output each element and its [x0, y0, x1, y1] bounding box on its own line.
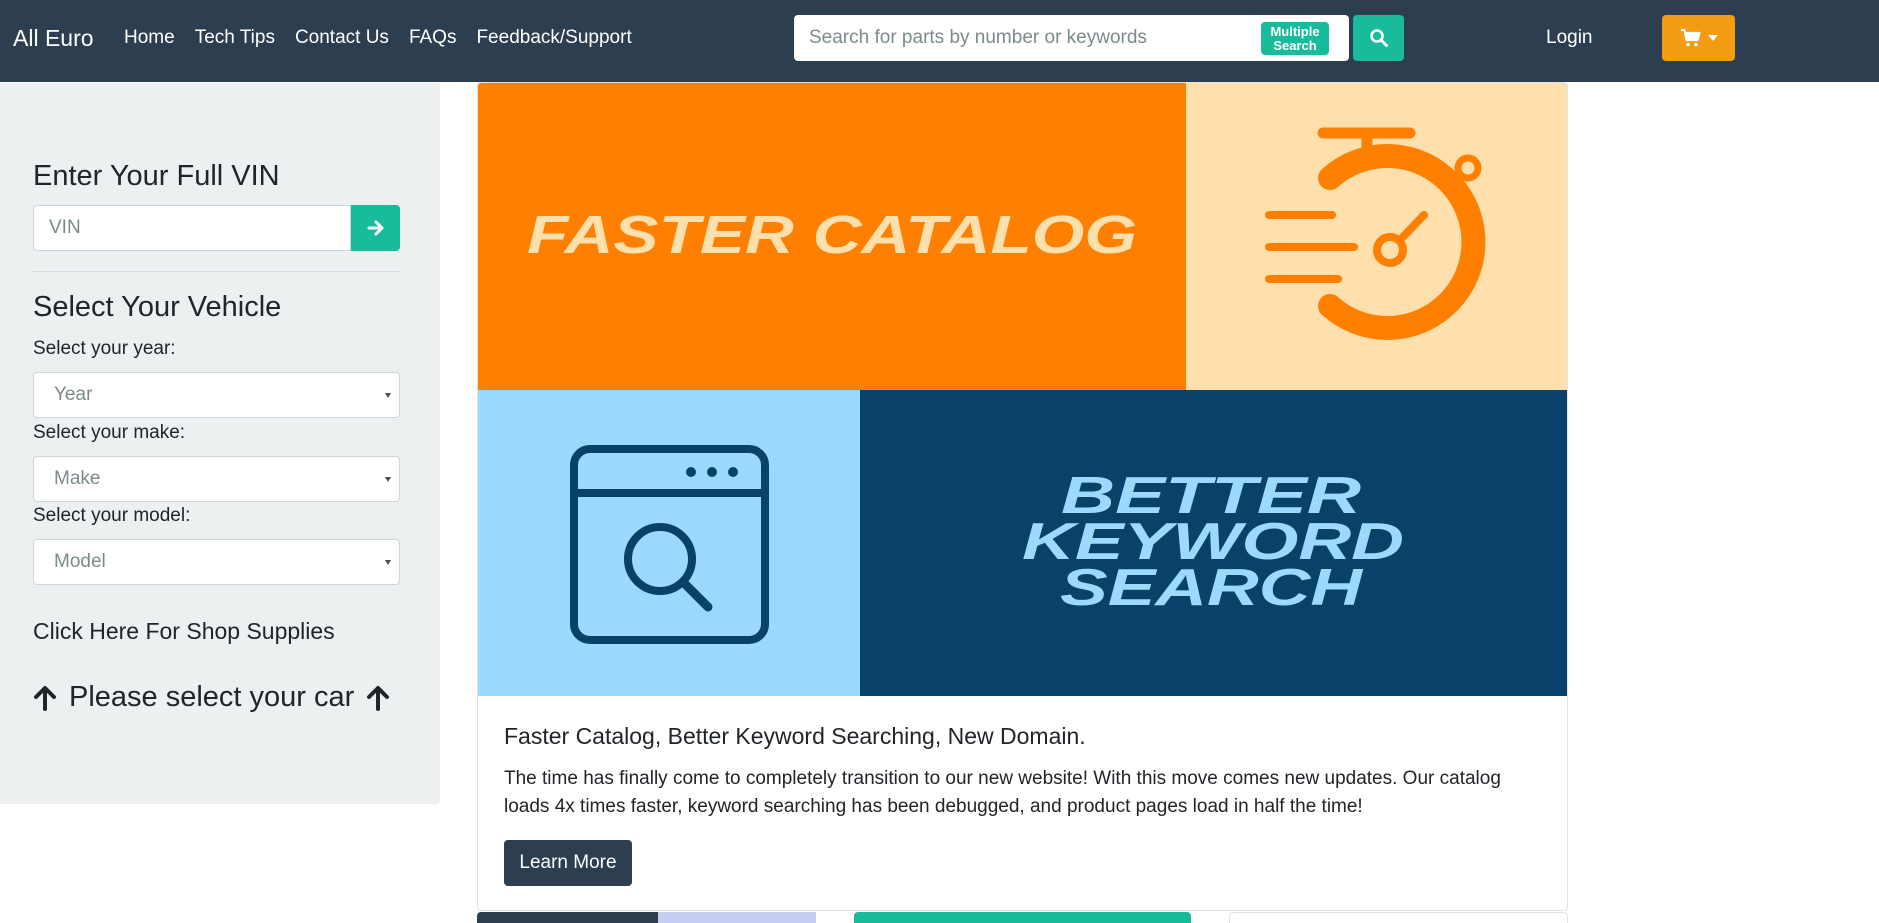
nav-faqs[interactable]: FAQs [409, 27, 457, 49]
year-select[interactable]: Year [33, 372, 400, 418]
sidebar: Enter Your Full VIN Select Your Vehicle … [0, 83, 440, 804]
search-icon [1369, 29, 1388, 47]
next-card-image-light [658, 912, 816, 923]
next-card-image-dark [477, 912, 658, 923]
vin-submit-button[interactable] [351, 205, 400, 251]
model-label: Select your model: [33, 505, 191, 526]
card-text: The time has finally come to completely … [504, 768, 1501, 817]
model-select[interactable]: Model [33, 539, 400, 585]
nav-feedback-support[interactable]: Feedback/Support [476, 27, 631, 49]
chevron-down-icon [385, 477, 391, 482]
shopping-cart-icon [1680, 28, 1701, 47]
nav-links: Home Tech Tips Contact Us FAQs Feedback/… [124, 27, 632, 49]
select-car-text: Please select your car [69, 681, 355, 713]
banner-search-text: SEARCH [1060, 559, 1364, 617]
select-vehicle-title: Select Your Vehicle [33, 291, 282, 323]
vin-input-group [33, 205, 400, 251]
make-select[interactable]: Make [33, 456, 400, 502]
cart-dropdown-button[interactable] [1662, 15, 1735, 61]
news-card: FASTER CATALOG BETTER KEYWORD SEARCH Fas… [477, 82, 1568, 911]
divider [33, 271, 400, 272]
year-select-value: Year [54, 384, 93, 405]
multiple-search-line2: Search [1273, 38, 1317, 53]
make-select-value: Make [54, 468, 101, 489]
vin-title: Enter Your Full VIN [33, 160, 280, 192]
next-card [1229, 912, 1568, 923]
vin-input[interactable] [33, 205, 351, 251]
news-banner-image[interactable]: FASTER CATALOG BETTER KEYWORD SEARCH [478, 83, 1568, 696]
arrow-up-icon [367, 685, 390, 711]
make-label: Select your make: [33, 422, 186, 443]
nav-contact-us[interactable]: Contact Us [295, 27, 389, 49]
login-link[interactable]: Login [1546, 27, 1593, 49]
learn-more-button[interactable]: Learn More [504, 840, 632, 886]
arrow-up-icon [34, 685, 56, 711]
chevron-down-icon [385, 393, 391, 398]
card-title: Faster Catalog, Better Keyword Searching… [504, 723, 1086, 749]
nav-tech-tips[interactable]: Tech Tips [195, 27, 275, 49]
search-button[interactable] [1353, 15, 1404, 61]
banner-faster-catalog-text: FASTER CATALOG [527, 205, 1137, 265]
nav-home[interactable]: Home [124, 27, 175, 49]
shop-supplies-link[interactable]: Click Here For Shop Supplies [33, 618, 335, 645]
arrow-right-icon [367, 220, 383, 236]
select-car-prompt: Please select your car [33, 681, 390, 714]
model-select-value: Model [54, 551, 106, 572]
year-label: Select your year: [33, 338, 176, 359]
next-card-header [854, 912, 1191, 923]
brand-link[interactable]: All Euro [13, 25, 94, 52]
chevron-down-icon [385, 560, 391, 565]
search-box: Multiple Search [794, 15, 1349, 61]
chevron-down-icon [1707, 35, 1718, 41]
multiple-search-badge[interactable]: Multiple Search [1261, 22, 1329, 55]
multiple-search-line1: Multiple [1270, 24, 1320, 39]
navbar: All Euro Home Tech Tips Contact Us FAQs … [0, 0, 1879, 82]
search-input[interactable] [794, 15, 1254, 61]
